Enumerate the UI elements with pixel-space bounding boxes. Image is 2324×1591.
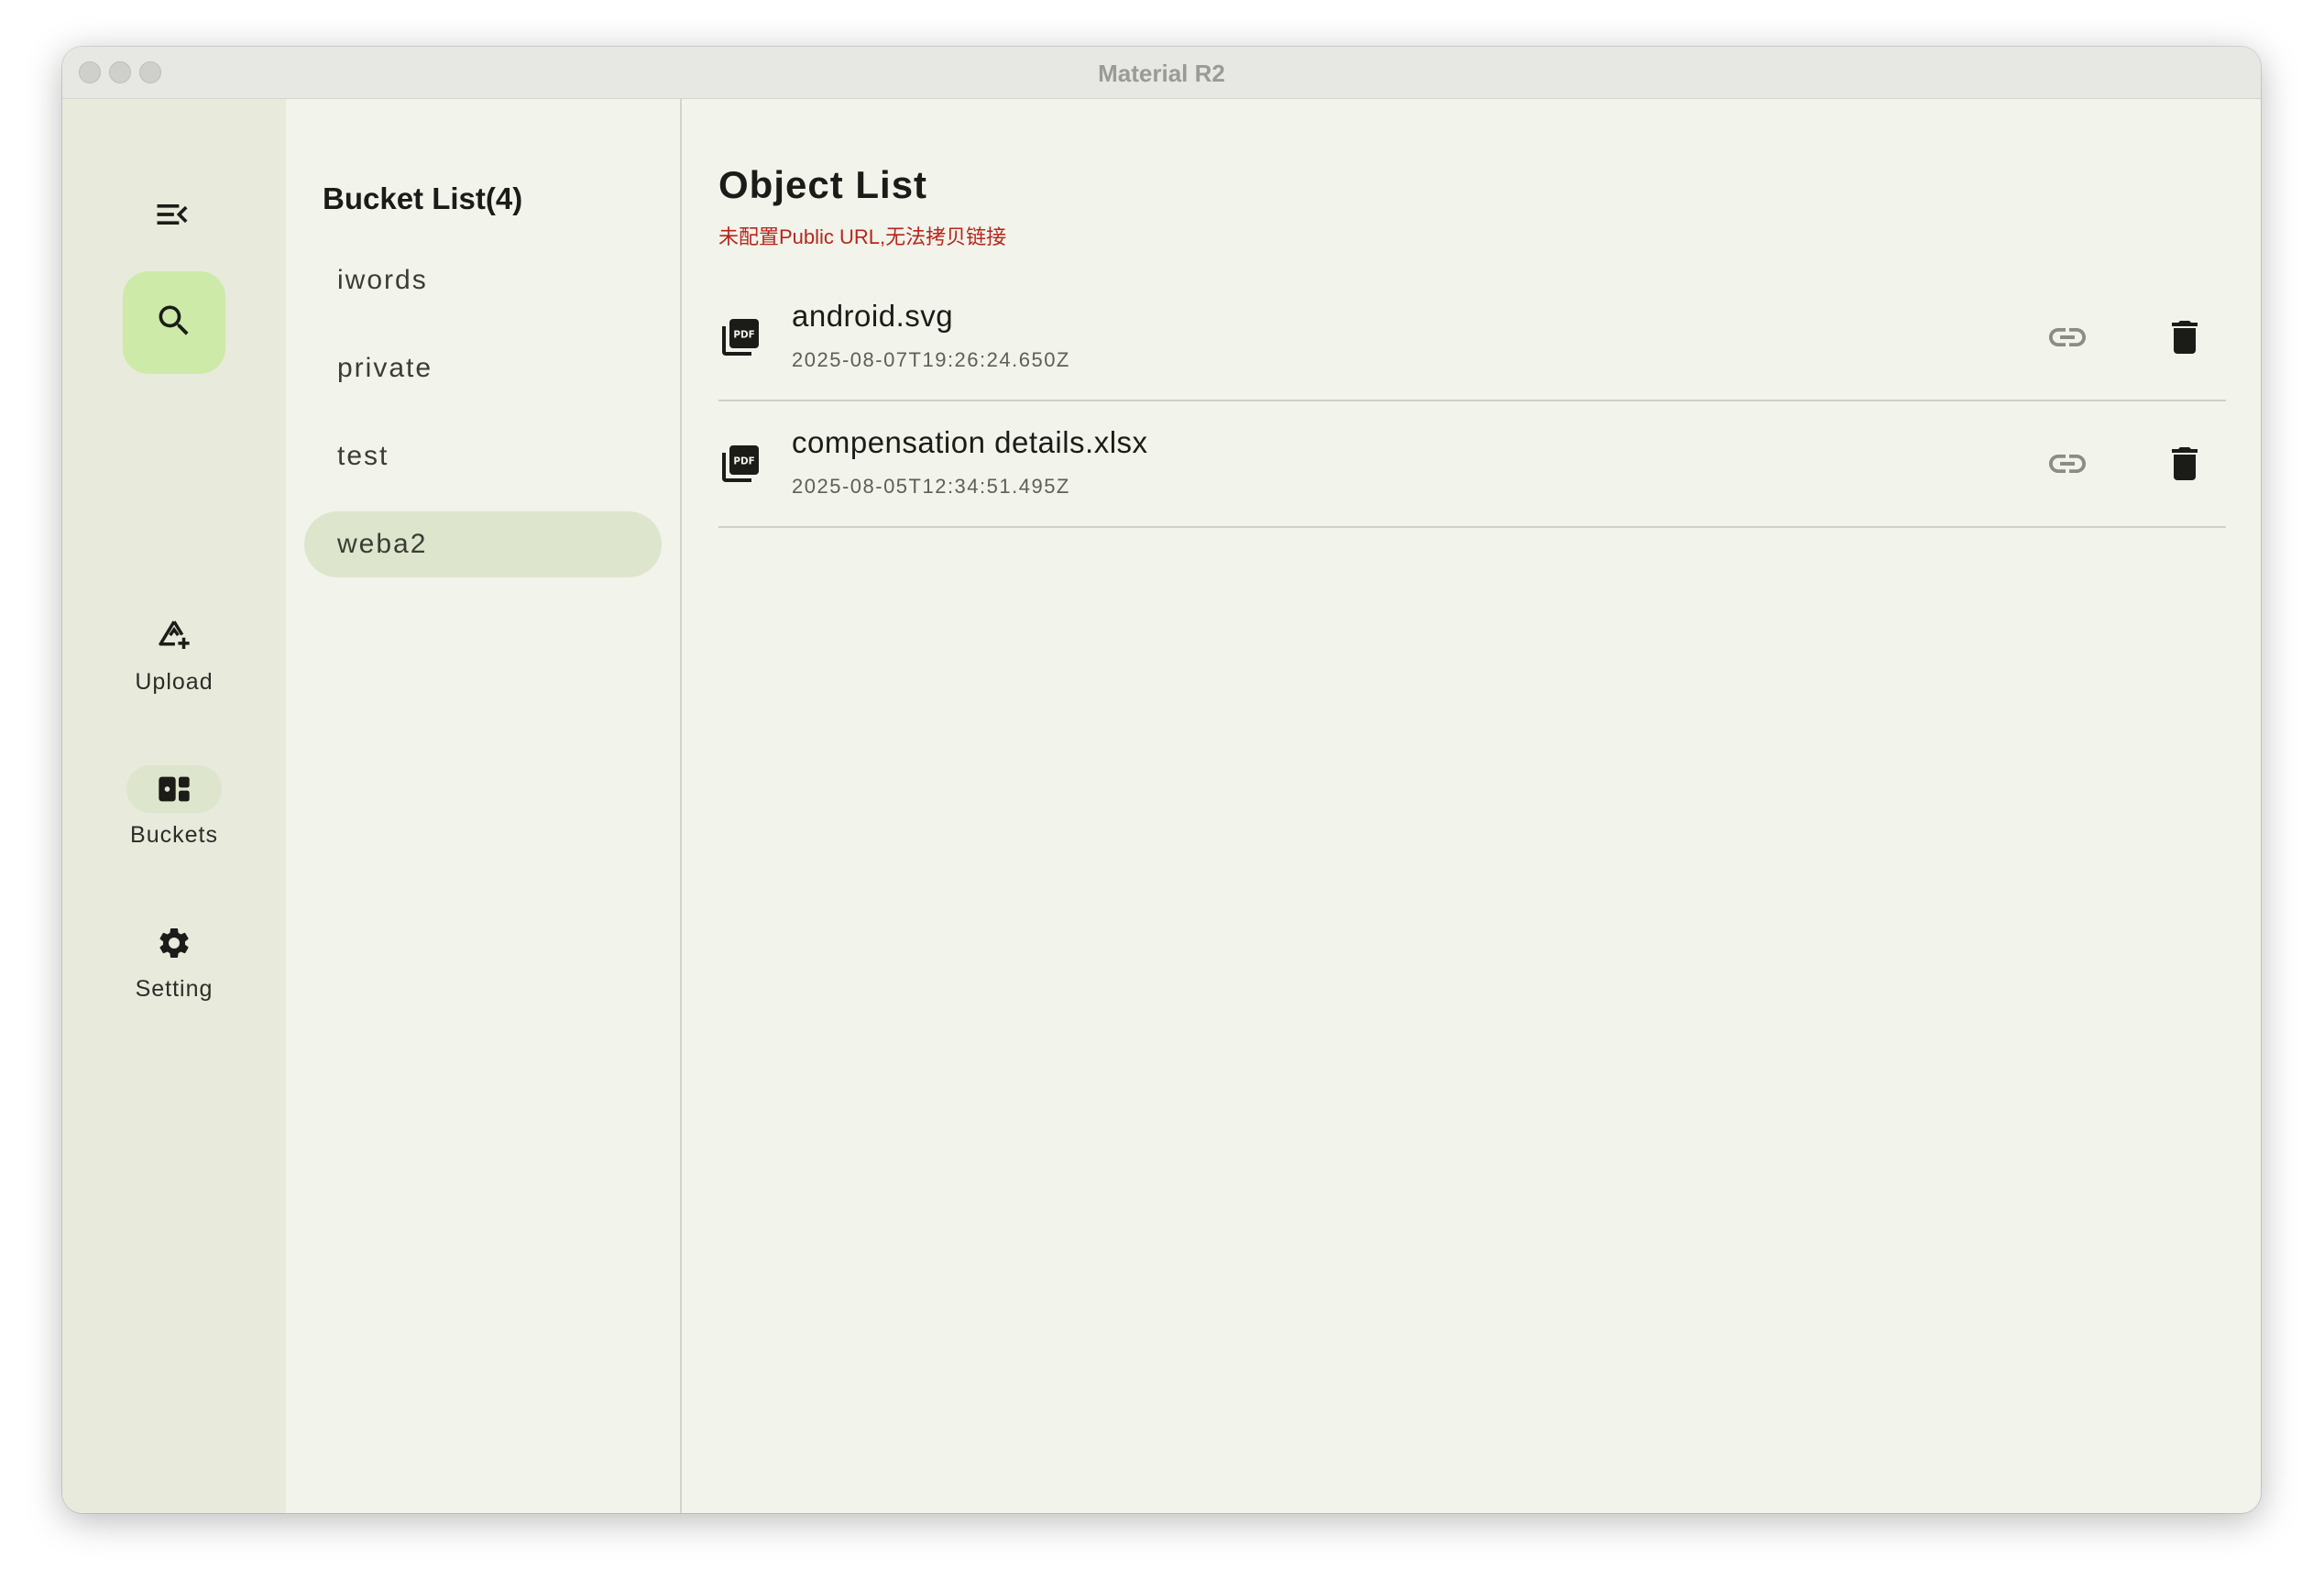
rail-label-buckets: Buckets [130, 822, 218, 848]
delete-button[interactable] [2163, 315, 2207, 359]
pdf-file-icon: PDF [718, 442, 762, 486]
copy-link-button[interactable] [2045, 315, 2089, 359]
search-icon [154, 301, 194, 346]
delete-button[interactable] [2163, 442, 2207, 486]
pdf-file-icon: PDF [718, 315, 762, 359]
object-list-title: Object List [718, 163, 928, 206]
window-title: Material R2 [1098, 60, 1225, 87]
bucket-item-private[interactable]: private [304, 335, 662, 401]
object-row[interactable]: PDF android.svg 2025-08-07T19:26:24.650Z [718, 275, 2226, 401]
bucket-item-iwords[interactable]: iwords [304, 247, 662, 313]
rail-item-setting[interactable]: Setting [62, 919, 286, 1003]
rail-item-upload[interactable]: Upload [62, 612, 286, 696]
search-button[interactable] [123, 271, 225, 374]
object-panel: Object List 未配置Public URL,无法拷贝链接 PDF and… [682, 99, 2261, 1513]
rail-label-upload: Upload [135, 669, 214, 695]
trash-icon [2163, 447, 2207, 489]
svg-text:PDF: PDF [733, 455, 754, 466]
svg-text:PDF: PDF [733, 329, 754, 340]
rail-item-buckets[interactable]: Buckets [62, 765, 286, 849]
object-name: compensation details.xlsx [792, 425, 1148, 459]
object-date: 2025-08-05T12:34:51.495Z [792, 475, 1070, 498]
link-icon [2045, 455, 2089, 489]
title-bar: Material R2 [62, 47, 2261, 99]
object-name: android.svg [792, 299, 954, 333]
dashboard-icon [126, 765, 222, 813]
app-window: Material R2 Upload Buckets Setting Bucke… [62, 47, 2261, 1513]
public-url-warning: 未配置Public URL,无法拷贝链接 [718, 225, 1007, 248]
link-icon [2045, 328, 2089, 363]
upload-icon [126, 612, 222, 660]
copy-link-button[interactable] [2045, 442, 2089, 486]
object-date: 2025-08-07T19:26:24.650Z [792, 348, 1070, 371]
gear-icon [126, 919, 222, 967]
bucket-item-weba2[interactable]: weba2 [304, 511, 662, 577]
navigation-rail: Upload Buckets Setting [62, 99, 286, 1513]
object-row[interactable]: PDF compensation details.xlsx 2025-08-05… [718, 401, 2226, 528]
trash-icon [2163, 321, 2207, 363]
rail-label-setting: Setting [135, 976, 214, 1002]
bucket-item-test[interactable]: test [304, 423, 662, 489]
bucket-list-title: Bucket List(4) [323, 181, 523, 215]
bucket-panel: Bucket List(4) iwords private test weba2 [286, 99, 682, 1513]
menu-open-icon[interactable] [152, 194, 192, 235]
